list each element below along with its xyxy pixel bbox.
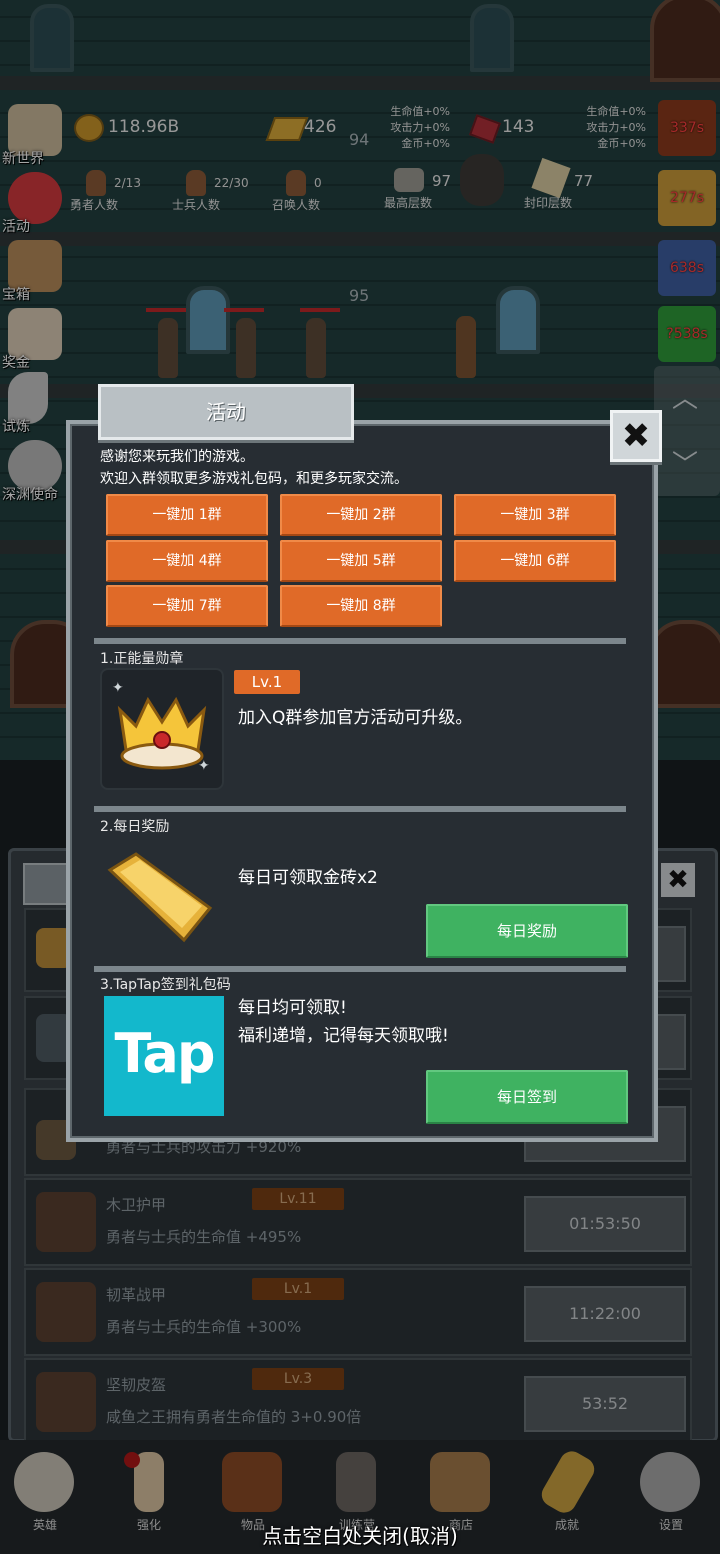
section-divider (94, 966, 626, 972)
taptap-logo-text: Tap (114, 1022, 216, 1085)
close-icon[interactable]: ✖ (610, 410, 662, 462)
join-group-8-button[interactable]: 一键加 8群 (280, 585, 442, 627)
daily-reward-button[interactable]: 每日奖励 (426, 904, 628, 958)
section1-text: 加入Q群参加官方活动可升级。 (238, 708, 473, 728)
join-group-3-button[interactable]: 一键加 3群 (454, 494, 616, 536)
svg-text:✦: ✦ (112, 680, 124, 696)
dialog-title: 活动 (98, 384, 354, 440)
join-group-2-button[interactable]: 一键加 2群 (280, 494, 442, 536)
join-group-7-button[interactable]: 一键加 7群 (106, 585, 268, 627)
crown-medal-icon: ✦ ✦ (112, 680, 210, 774)
taptap-logo: Tap (104, 996, 224, 1116)
section3-text2: 福利递增，记得每天领取哦! (238, 1026, 449, 1046)
section3-text1: 每日均可领取! (238, 998, 347, 1018)
section2-heading: 2.每日奖励 (100, 819, 170, 835)
svg-text:✦: ✦ (198, 758, 210, 774)
join-group-1-button[interactable]: 一键加 1群 (106, 494, 268, 536)
join-group-6-button[interactable]: 一键加 6群 (454, 540, 616, 582)
daily-checkin-button[interactable]: 每日签到 (426, 1070, 628, 1124)
section3-heading: 3.TapTap签到礼包码 (100, 977, 231, 993)
gold-brick-icon (106, 850, 216, 946)
join-group-5-button[interactable]: 一键加 5群 (280, 540, 442, 582)
section-divider (94, 806, 626, 812)
medal-icon: ✦ ✦ (100, 668, 224, 790)
intro-text-line1: 感谢您来玩我们的游戏。 (100, 449, 254, 465)
section1-heading: 1.正能量勋章 (100, 651, 184, 667)
section2-text: 每日可领取金砖x2 (238, 868, 378, 888)
level-badge: Lv.1 (234, 670, 300, 694)
close-hint[interactable]: 点击空白处关闭(取消) (0, 1520, 720, 1549)
section-divider (94, 638, 626, 644)
join-group-4-button[interactable]: 一键加 4群 (106, 540, 268, 582)
intro-text-line2: 欢迎入群领取更多游戏礼包码，和更多玩家交流。 (100, 471, 408, 487)
